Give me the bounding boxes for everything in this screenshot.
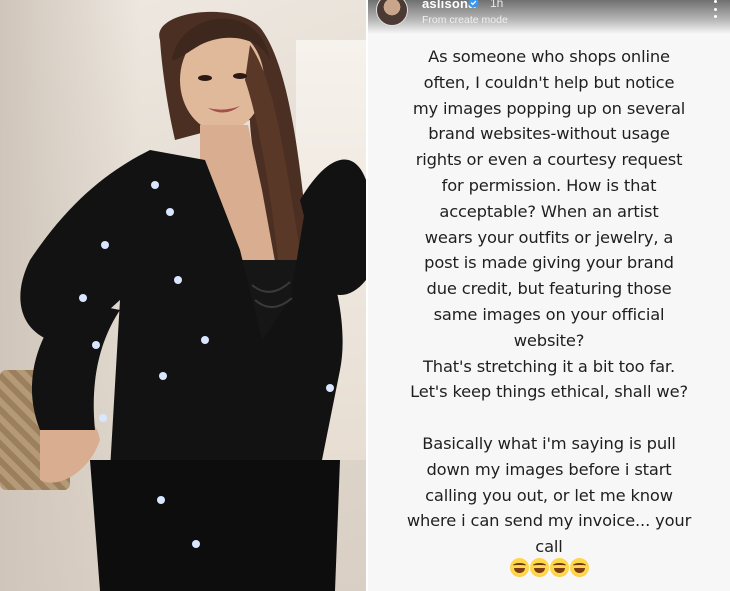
story-line: As someone who shops online <box>428 47 670 66</box>
laughing-emoji-icon <box>529 558 549 577</box>
story-line: wears your outfits or jewelry, a <box>424 227 674 247</box>
story-line: for permission. How is that <box>441 175 657 195</box>
story-line: rights or even a courtesy request <box>415 150 683 170</box>
story-line: due credit, but featuring those <box>426 279 672 299</box>
story-line: post is made giving your brand <box>424 253 674 273</box>
story-line: Let's keep things ethical, shall we? <box>410 382 688 402</box>
emoji-row <box>368 558 730 577</box>
story-time-ago: 1h <box>490 0 504 10</box>
story-line: my images popping up on several <box>412 98 686 118</box>
story-line: That's stretching it a bit too far. <box>423 356 675 376</box>
story-line: down my images before i start <box>426 459 672 479</box>
story-line: often, I couldn't help but notice <box>423 72 675 92</box>
laughing-emoji-icon <box>569 558 589 577</box>
story-line: acceptable? When an artist <box>439 201 659 221</box>
woman-illustration <box>20 11 366 591</box>
story-text: As someone who shops online often, I cou… <box>374 44 724 560</box>
story-line: same images on your official <box>433 304 665 324</box>
portrait-photo <box>0 0 366 591</box>
verified-badge-icon <box>468 0 479 8</box>
instagram-story: aslisona 1h From create mode As someone … <box>366 0 730 591</box>
story-line: calling you out, or let me know <box>425 485 673 505</box>
story-line: call <box>535 537 563 557</box>
story-line: where i can send my invoice... your <box>406 511 692 531</box>
story-line: Basically what i'm saying is pull <box>422 433 676 453</box>
story-line: brand websites-without usage <box>428 124 670 144</box>
story-header: aslisona 1h From create mode <box>376 0 722 30</box>
story-line: website? <box>513 330 585 350</box>
laughing-emoji-icon <box>509 558 529 577</box>
story-subtitle: From create mode <box>422 14 508 26</box>
avatar[interactable] <box>376 0 408 26</box>
laughing-emoji-icon <box>549 558 569 577</box>
more-options-icon[interactable] <box>712 0 718 18</box>
